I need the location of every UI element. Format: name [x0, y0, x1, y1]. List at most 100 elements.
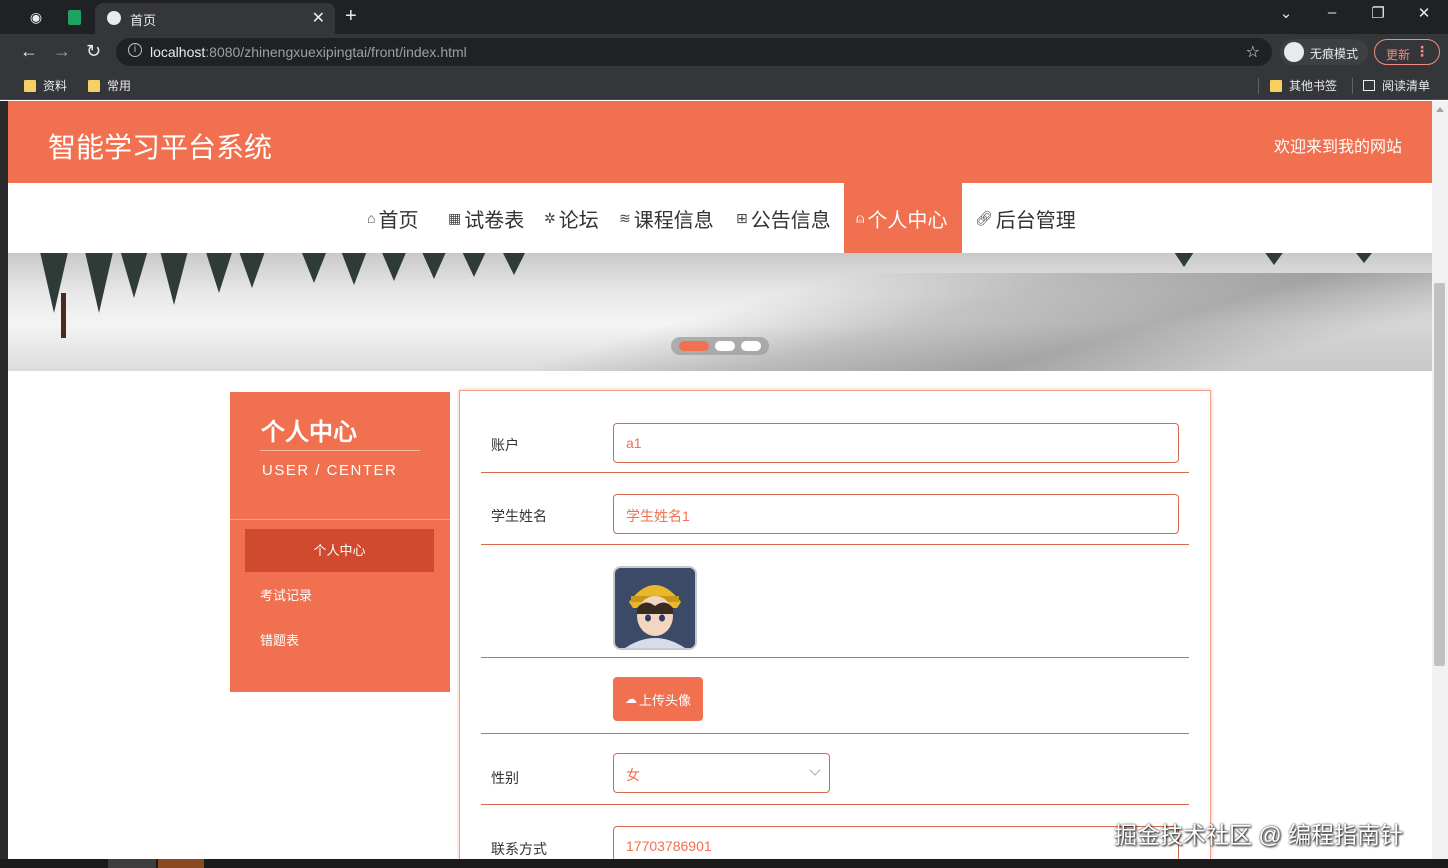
banner-carousel[interactable]	[8, 253, 1432, 371]
scrollbar-thumb[interactable]	[1434, 283, 1445, 666]
folder-icon	[24, 79, 36, 92]
banner-road	[529, 273, 1432, 371]
divider	[230, 519, 450, 520]
back-icon[interactable]: ←	[20, 41, 38, 62]
form-row-name: 学生姓名 学生姓名1	[481, 473, 1189, 545]
banner-tree	[236, 253, 268, 288]
star-icon[interactable]: ☆	[1246, 42, 1260, 62]
carousel-indicators	[671, 337, 769, 355]
os-taskbar	[0, 859, 1448, 868]
chevron-down-icon	[809, 764, 821, 776]
minimize-icon[interactable]: –	[1312, 4, 1352, 21]
watermark: 掘金技术社区 @ 编程指南针	[1114, 822, 1404, 848]
browser-tab-bar: ◉ 首页 ✕ + ⌄ – ❐ ✕	[0, 0, 1448, 34]
welcome-text: 欢迎来到我的网站	[1273, 139, 1402, 156]
phone-label: 联系方式	[491, 841, 547, 857]
taskbar-app[interactable]	[108, 859, 156, 868]
form-row-account: 账户 a1	[481, 391, 1189, 473]
page-edge	[0, 101, 8, 859]
banner-tree	[158, 253, 190, 305]
form-row-phone: 联系方式 17703786901	[481, 805, 1189, 859]
avatar	[613, 566, 697, 650]
form-row-avatar	[481, 545, 1189, 658]
sidebar-item-wrong-questions[interactable]: 错题表	[245, 619, 434, 662]
globe-icon[interactable]: ◉	[25, 6, 47, 28]
banner-tree	[1348, 253, 1380, 263]
more-icon[interactable]: ⋮	[1415, 43, 1429, 60]
nav-papers[interactable]: ▦ 试卷表	[448, 183, 524, 253]
new-tab-icon[interactable]: +	[345, 5, 357, 28]
phone-field[interactable]: 17703786901	[613, 826, 1179, 859]
banner-tree	[118, 253, 150, 298]
form-row-gender: 性别 女	[481, 734, 1189, 805]
globe-icon	[107, 11, 121, 25]
active-tab[interactable]: 首页 ✕	[95, 3, 335, 34]
page-viewport: 智能学习平台系统 欢迎来到我的网站 ⌂ 首页 ▦ 试卷表 ✲ 论坛 ≋ 课程信息 ⊞ 公告…	[0, 101, 1448, 859]
address-bar[interactable]: i localhost:8080/zhinengxuexipingtai/fro…	[116, 38, 1272, 66]
upload-avatar-button[interactable]: ☁ 上传头像	[613, 677, 703, 721]
nav-home[interactable]: ⌂ 首页	[367, 183, 418, 253]
bookmark-folder[interactable]: 资料	[24, 77, 67, 94]
cloud-upload-icon: ☁	[624, 692, 637, 706]
close-window-icon[interactable]: ✕	[1404, 4, 1444, 22]
reading-list[interactable]: 阅读清单	[1363, 77, 1430, 94]
gender-label: 性别	[491, 770, 519, 786]
student-name-field[interactable]: 学生姓名1	[613, 494, 1179, 534]
user-icon: ⍝	[856, 209, 865, 226]
user-sidebar: 个人中心 USER / CENTER 个人中心 考试记录 错题表	[230, 392, 450, 692]
sidebar-item-user-center[interactable]: 个人中心	[245, 529, 434, 572]
gender-select[interactable]: 女	[613, 753, 830, 793]
banner-tree	[378, 253, 410, 281]
reload-icon[interactable]: ↻	[86, 41, 101, 62]
scroll-up-icon[interactable]	[1436, 107, 1444, 112]
home-icon: ⌂	[367, 210, 376, 226]
bookmark-folder[interactable]: 常用	[88, 77, 131, 94]
banner-tree	[458, 253, 490, 277]
carousel-dot[interactable]	[741, 341, 761, 351]
form-row-upload: ☁ 上传头像	[481, 658, 1189, 734]
nav-notices[interactable]: ⊞ 公告信息	[736, 183, 831, 253]
scrollbar[interactable]	[1432, 101, 1448, 859]
chevron-down-icon[interactable]: ⌄	[1266, 4, 1306, 22]
account-field[interactable]: a1	[613, 423, 1179, 463]
link-icon: 🔗︎	[975, 209, 993, 226]
banner-tree	[418, 253, 450, 279]
divider	[1352, 78, 1353, 94]
sidebar-item-exam-records[interactable]: 考试记录	[245, 574, 434, 617]
update-button[interactable]: 更新 ⋮	[1374, 39, 1440, 65]
banner-trunk	[61, 293, 66, 338]
reading-list-icon	[1363, 80, 1375, 91]
carousel-dot[interactable]	[679, 341, 709, 351]
divider	[260, 450, 420, 451]
gift-icon: ⊞	[736, 209, 748, 226]
main-nav: ⌂ 首页 ▦ 试卷表 ✲ 论坛 ≋ 课程信息 ⊞ 公告信息 ⍝ 个人中心 🔗︎ 后台管理	[8, 183, 1432, 253]
bookmarks-bar: 资料 常用 其他书签 阅读清单	[0, 70, 1448, 100]
divider	[1258, 78, 1259, 94]
nav-courses[interactable]: ≋ 课程信息	[619, 183, 714, 253]
banner-tree	[83, 253, 115, 313]
forward-icon[interactable]: →	[53, 41, 71, 62]
site-header: 智能学习平台系统 欢迎来到我的网站	[8, 101, 1432, 183]
grid-icon: ▦	[448, 209, 462, 226]
layers-icon: ≋	[619, 209, 631, 226]
folder-icon	[1270, 79, 1282, 92]
other-bookmarks[interactable]: 其他书签	[1270, 77, 1337, 94]
tab-title: 首页	[130, 13, 157, 28]
restore-icon[interactable]: ❐	[1358, 4, 1398, 22]
banner-tree	[1258, 253, 1290, 265]
folder-icon	[88, 79, 100, 92]
sheets-icon[interactable]	[63, 6, 85, 28]
incognito-badge[interactable]: 无痕模式	[1280, 39, 1368, 65]
nav-user-center[interactable]: ⍝ 个人中心	[844, 183, 962, 253]
banner-tree	[298, 253, 330, 283]
info-icon[interactable]: i	[128, 43, 142, 57]
nav-forum[interactable]: ✲ 论坛	[544, 183, 599, 253]
banner-tree	[498, 253, 530, 275]
nav-admin[interactable]: 🔗︎ 后台管理	[975, 183, 1076, 253]
account-label: 账户	[491, 437, 519, 453]
carousel-dot[interactable]	[715, 341, 735, 351]
forum-icon: ✲	[544, 209, 556, 226]
url-text[interactable]: localhost:8080/zhinengxuexipingtai/front…	[150, 44, 467, 60]
close-icon[interactable]: ✕	[312, 8, 325, 28]
taskbar-app[interactable]	[158, 859, 204, 868]
